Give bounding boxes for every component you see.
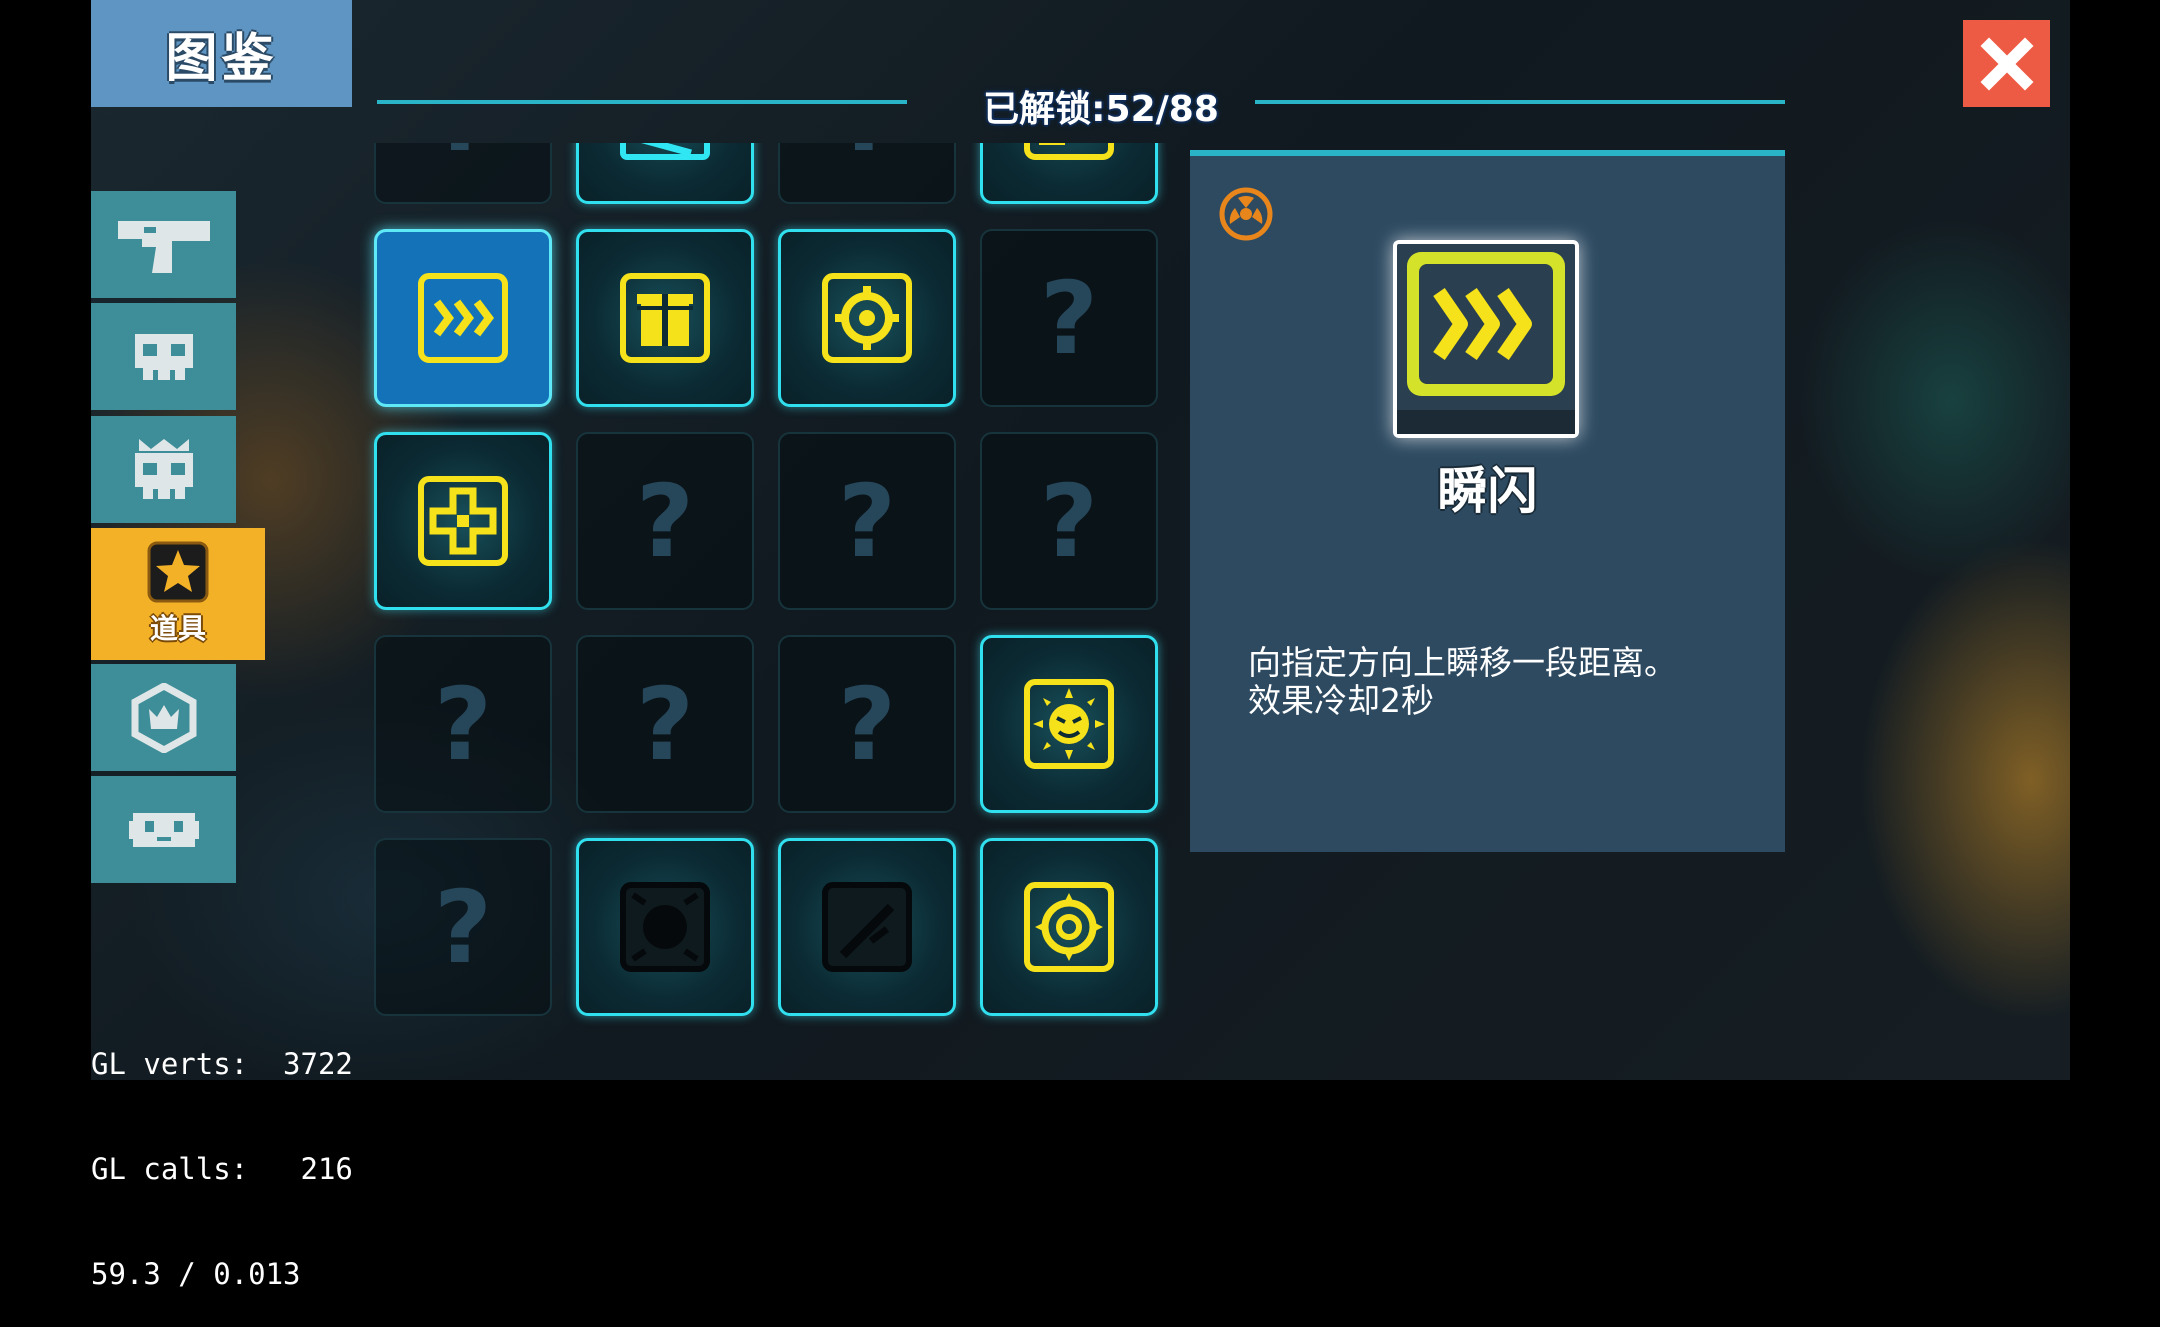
locked-item-cell[interactable]: ?: [980, 229, 1158, 407]
crowned-skull-icon: [134, 438, 193, 499]
item-grid[interactable]: ??????????: [360, 143, 1170, 1080]
locked-item-cell[interactable]: ?: [576, 432, 754, 610]
tab-badges[interactable]: [91, 664, 236, 771]
item-cell[interactable]: [980, 838, 1158, 1016]
locked-question-mark: ?: [837, 665, 896, 783]
spiked-gear-icon: [1024, 882, 1114, 972]
jump-figure-icon: [620, 143, 710, 160]
locked-item-cell[interactable]: ?: [576, 635, 754, 813]
detail-description-line: 向指定方向上瞬移一段距离。: [1248, 643, 1677, 682]
target-gear-icon: [822, 273, 912, 363]
detail-description: 向指定方向上瞬移一段距离。 效果冷却2秒: [1248, 644, 1748, 720]
locked-question-mark: ?: [433, 868, 492, 986]
locked-question-mark: ?: [837, 462, 896, 580]
item-cell[interactable]: [778, 229, 956, 407]
tab-monsters[interactable]: [91, 303, 236, 410]
dark-slash-icon: [822, 882, 912, 972]
locked-question-mark: ?: [433, 665, 492, 783]
dark-orb-icon: [620, 882, 710, 972]
debug-overlay: GL verts: 3722 GL calls: 216 59.3 / 0.01…: [91, 977, 353, 1327]
locked-question-mark: ?: [635, 462, 694, 580]
skull-icon: [134, 333, 193, 380]
detail-description-line: 效果冷却2秒: [1248, 681, 1434, 720]
unlocked-count: 已解锁:52/88: [983, 89, 1219, 130]
tab-bosses[interactable]: [91, 416, 236, 523]
locked-question-mark: ?: [635, 665, 694, 783]
locked-question-mark: ?: [838, 143, 896, 174]
detail-item-name: 瞬闪: [1437, 462, 1538, 520]
crown-hexagon-icon: [131, 682, 196, 753]
page-title: 图鉴: [91, 0, 352, 107]
dash-chevrons-icon: [418, 273, 508, 363]
locked-item-cell[interactable]: ?: [980, 432, 1158, 610]
header-line-left: [377, 100, 907, 104]
item-cell[interactable]: [980, 635, 1158, 813]
header-line-right: [1255, 100, 1785, 104]
pistol-icon: [117, 220, 210, 273]
locked-item-cell[interactable]: ?: [778, 432, 956, 610]
robot-face-icon: [128, 812, 199, 847]
close-button[interactable]: [1963, 20, 2050, 107]
detail-panel: 瞬闪 向指定方向上瞬移一段距离。 效果冷却2秒: [1190, 150, 1785, 852]
star-icon: [147, 541, 209, 603]
locked-question-mark: ?: [434, 143, 492, 174]
tab-items[interactable]: 道具: [91, 528, 265, 660]
locked-item-cell[interactable]: ?: [778, 143, 956, 204]
item-cell[interactable]: [576, 143, 754, 204]
item-cell[interactable]: [778, 838, 956, 1016]
locked-item-cell[interactable]: ?: [374, 838, 552, 1016]
radiation-badge-icon: [1219, 187, 1273, 241]
debug-line: 59.3 / 0.013: [91, 1257, 301, 1291]
locked-question-mark: ?: [1039, 462, 1098, 580]
item-cell[interactable]: [576, 838, 754, 1016]
gift-box-icon: [620, 273, 710, 363]
angry-sun-icon: [1024, 679, 1114, 769]
locked-item-cell[interactable]: ?: [374, 143, 552, 204]
locked-item-cell[interactable]: ?: [778, 635, 956, 813]
tab-items-label: 道具: [149, 612, 206, 645]
selected-item-cell[interactable]: [374, 229, 552, 407]
detail-item-icon: [1393, 240, 1579, 438]
locked-item-cell[interactable]: ?: [374, 635, 552, 813]
tab-weapons[interactable]: [91, 191, 236, 298]
locked-question-mark: ?: [1039, 259, 1098, 377]
diagonal-arrows-icon: [1024, 143, 1114, 160]
item-cell[interactable]: [980, 143, 1158, 204]
debug-line: GL verts: 3722: [91, 1047, 353, 1081]
tab-pets[interactable]: [91, 776, 236, 883]
puzzle-cross-icon: [418, 476, 508, 566]
item-cell[interactable]: [576, 229, 754, 407]
debug-line: GL calls: 216: [91, 1152, 353, 1186]
close-x-icon: [1980, 37, 2033, 90]
item-cell[interactable]: [374, 432, 552, 610]
